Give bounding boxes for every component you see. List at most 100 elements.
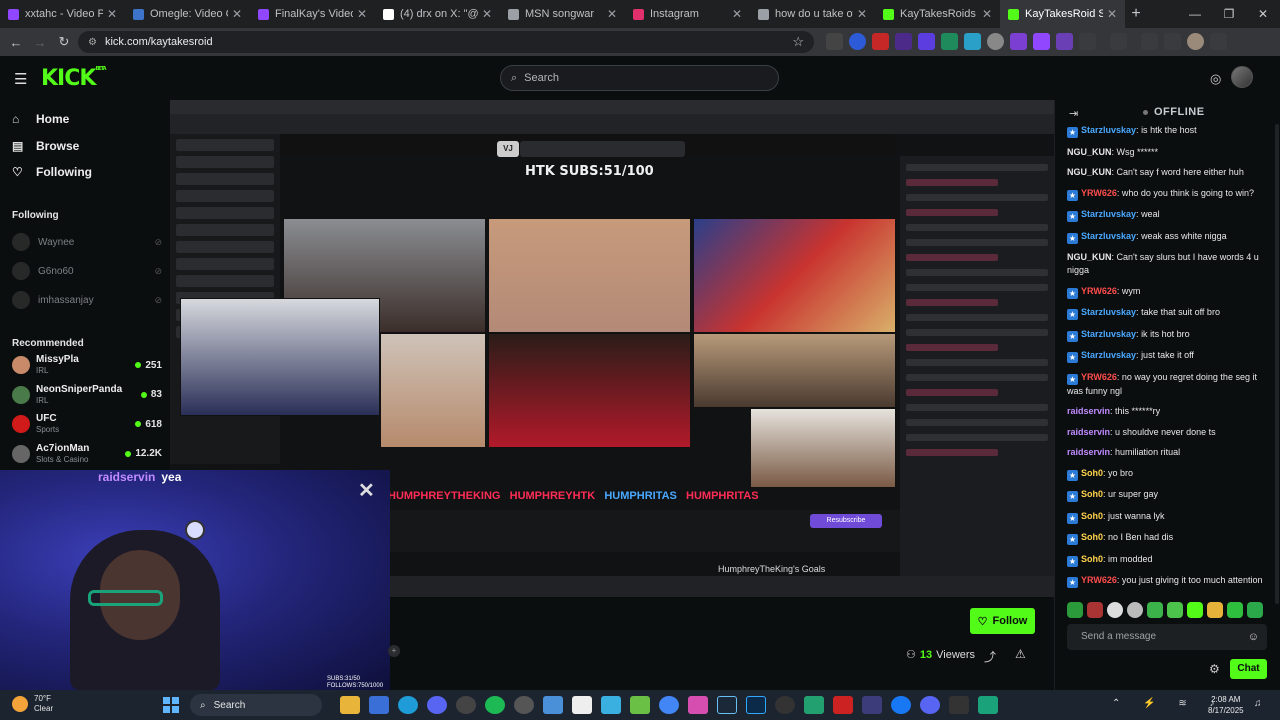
share-icon[interactable]: ⤴ <box>984 648 996 665</box>
edge-icon[interactable] <box>398 696 418 714</box>
chat-username[interactable]: YRW626 <box>1081 188 1117 198</box>
url-input[interactable]: ⚙ kick.com/kaytakesroid ☆ <box>78 31 814 53</box>
file-explorer-icon[interactable] <box>340 696 360 714</box>
overlay-toggle-icon[interactable]: + <box>388 645 400 657</box>
chat-username[interactable]: YRW626 <box>1081 372 1117 382</box>
emote-icon[interactable] <box>1167 602 1183 618</box>
chat-username[interactable]: NGU_KUN <box>1067 147 1112 157</box>
photoshop-icon[interactable] <box>746 696 766 714</box>
discord-icon[interactable] <box>427 696 447 714</box>
browser-tab[interactable]: MSN songwar ✕ <box>500 0 625 28</box>
extensions-puzzle-icon[interactable] <box>1079 33 1096 50</box>
chat-username[interactable]: Starzluvskay <box>1081 231 1136 241</box>
extension-icon[interactable] <box>918 33 935 50</box>
chat-username[interactable]: raidservin <box>1067 406 1110 416</box>
nav-following[interactable]: ♡ Following <box>12 165 92 179</box>
extension-icon[interactable] <box>941 33 958 50</box>
recommended-channel[interactable]: UFC Sports 618 <box>12 411 162 437</box>
nav-browse[interactable]: ▤ Browse <box>12 139 79 153</box>
recommended-channel[interactable]: Ac7ionMan Slots & Casino 12.2K <box>12 441 162 467</box>
menu-kebab-icon[interactable] <box>1210 33 1227 50</box>
emote-icon[interactable] <box>1187 602 1203 618</box>
notification-bell-icon[interactable]: ♫ <box>1254 698 1262 709</box>
user-avatar[interactable] <box>1231 66 1253 88</box>
close-tab-icon[interactable]: ✕ <box>107 7 117 21</box>
chrome-icon[interactable] <box>659 696 679 714</box>
browser-tab[interactable]: FinalKay's Videos - Tw ✕ <box>250 0 375 28</box>
browser-tab[interactable]: Omegle: Video C ✕ <box>125 0 250 28</box>
chat-username[interactable]: NGU_KUN <box>1067 252 1112 262</box>
extension-icon[interactable] <box>1010 33 1027 50</box>
forward-button[interactable]: → <box>28 35 52 50</box>
send-chat-button[interactable]: Chat <box>1230 659 1267 679</box>
app-icon[interactable] <box>862 696 882 714</box>
sidebar-icon[interactable] <box>1110 33 1127 50</box>
downloads-icon[interactable] <box>1141 33 1158 50</box>
bookmark-star-icon[interactable]: ☆ <box>792 34 804 50</box>
extension-icon[interactable] <box>964 33 981 50</box>
emote-icon[interactable] <box>1067 602 1083 618</box>
emote-icon[interactable] <box>1227 602 1243 618</box>
extension-icon[interactable] <box>1056 33 1073 50</box>
extension-icon[interactable] <box>849 33 866 50</box>
chat-username[interactable]: YRW626 <box>1081 286 1117 296</box>
pause-extension-icon[interactable] <box>826 33 843 50</box>
extension-icon[interactable] <box>1033 33 1050 50</box>
chat-username[interactable]: NGU_KUN <box>1067 167 1112 177</box>
back-button[interactable]: ← <box>4 35 28 50</box>
collapse-chat-icon[interactable]: ⇥ <box>1069 107 1078 120</box>
gear-icon[interactable]: ⚙ <box>1209 662 1220 676</box>
hamburger-menu-icon[interactable]: ☰ <box>14 70 27 88</box>
following-channel[interactable]: imhassanjay ⊘ <box>12 291 162 309</box>
follow-button[interactable]: ♡ Follow <box>970 608 1035 634</box>
search-input[interactable]: ⌕ Search <box>500 65 779 91</box>
notifications-icon[interactable]: ◎ <box>1210 71 1221 87</box>
kick-logo[interactable]: KICKBETA <box>41 66 107 91</box>
chat-username[interactable]: Soh0 <box>1081 532 1103 542</box>
emote-icon[interactable] <box>1247 602 1263 618</box>
extension-icon[interactable] <box>895 33 912 50</box>
minimize-button[interactable]: — <box>1178 0 1212 28</box>
app-icon[interactable] <box>775 696 795 714</box>
browser-tab[interactable]: xxtahc - Video Produ ✕ <box>0 0 125 28</box>
capcut-icon[interactable] <box>572 696 592 714</box>
reload-button[interactable]: ↻ <box>52 34 76 50</box>
chat-scrollbar[interactable] <box>1275 124 1279 604</box>
browser-tab[interactable]: KayTakesRoids Stream ✕ <box>875 0 1000 28</box>
chat-username[interactable]: Starzluvskay <box>1081 307 1136 317</box>
chat-username[interactable]: Starzluvskay <box>1081 329 1136 339</box>
new-tab-button[interactable]: + <box>1125 5 1147 23</box>
emote-icon[interactable] <box>1207 602 1223 618</box>
app-icon[interactable] <box>688 696 708 714</box>
browser-tab[interactable]: how do u take off cer ✕ <box>750 0 875 28</box>
chat-username[interactable]: YRW626 <box>1081 575 1117 585</box>
taskbar-search[interactable]: ⌕ Search <box>190 694 322 716</box>
profile-avatar[interactable] <box>1187 33 1204 50</box>
close-window-button[interactable]: ✕ <box>1246 0 1280 28</box>
obs-icon[interactable] <box>514 696 534 714</box>
nav-home[interactable]: ⌂ Home <box>12 112 69 126</box>
chat-input[interactable]: Send a message ☺ <box>1067 624 1267 650</box>
spotify-icon[interactable] <box>485 696 505 714</box>
chat-username[interactable]: raidservin <box>1067 447 1110 457</box>
emoji-picker-icon[interactable]: ☺ <box>1248 624 1259 650</box>
close-tab-icon[interactable]: ✕ <box>1107 7 1117 21</box>
recommended-channel[interactable]: NeonSniperPanda IRL 83 <box>12 382 162 408</box>
weather-widget[interactable]: 70°F Clear <box>12 694 53 714</box>
clock[interactable]: 2:08 AM 8/17/2025 <box>1208 694 1244 716</box>
app-icon[interactable] <box>891 696 911 714</box>
emote-icon[interactable] <box>1107 602 1123 618</box>
emote-icon[interactable] <box>1127 602 1143 618</box>
discord-icon[interactable] <box>920 696 940 714</box>
notepad-icon[interactable] <box>601 696 621 714</box>
app-icon[interactable] <box>833 696 853 714</box>
chat-username[interactable]: Starzluvskay <box>1081 125 1136 135</box>
following-channel[interactable]: G6no60 ⊘ <box>12 262 162 280</box>
report-icon[interactable]: ⚠ <box>1015 647 1026 661</box>
chat-username[interactable]: Soh0 <box>1081 489 1103 499</box>
store-icon[interactable] <box>369 696 389 714</box>
emote-icon[interactable] <box>1147 602 1163 618</box>
steam-icon[interactable] <box>717 696 737 714</box>
close-tab-icon[interactable]: ✕ <box>232 7 242 21</box>
site-info-icon[interactable]: ⚙ <box>88 37 97 48</box>
